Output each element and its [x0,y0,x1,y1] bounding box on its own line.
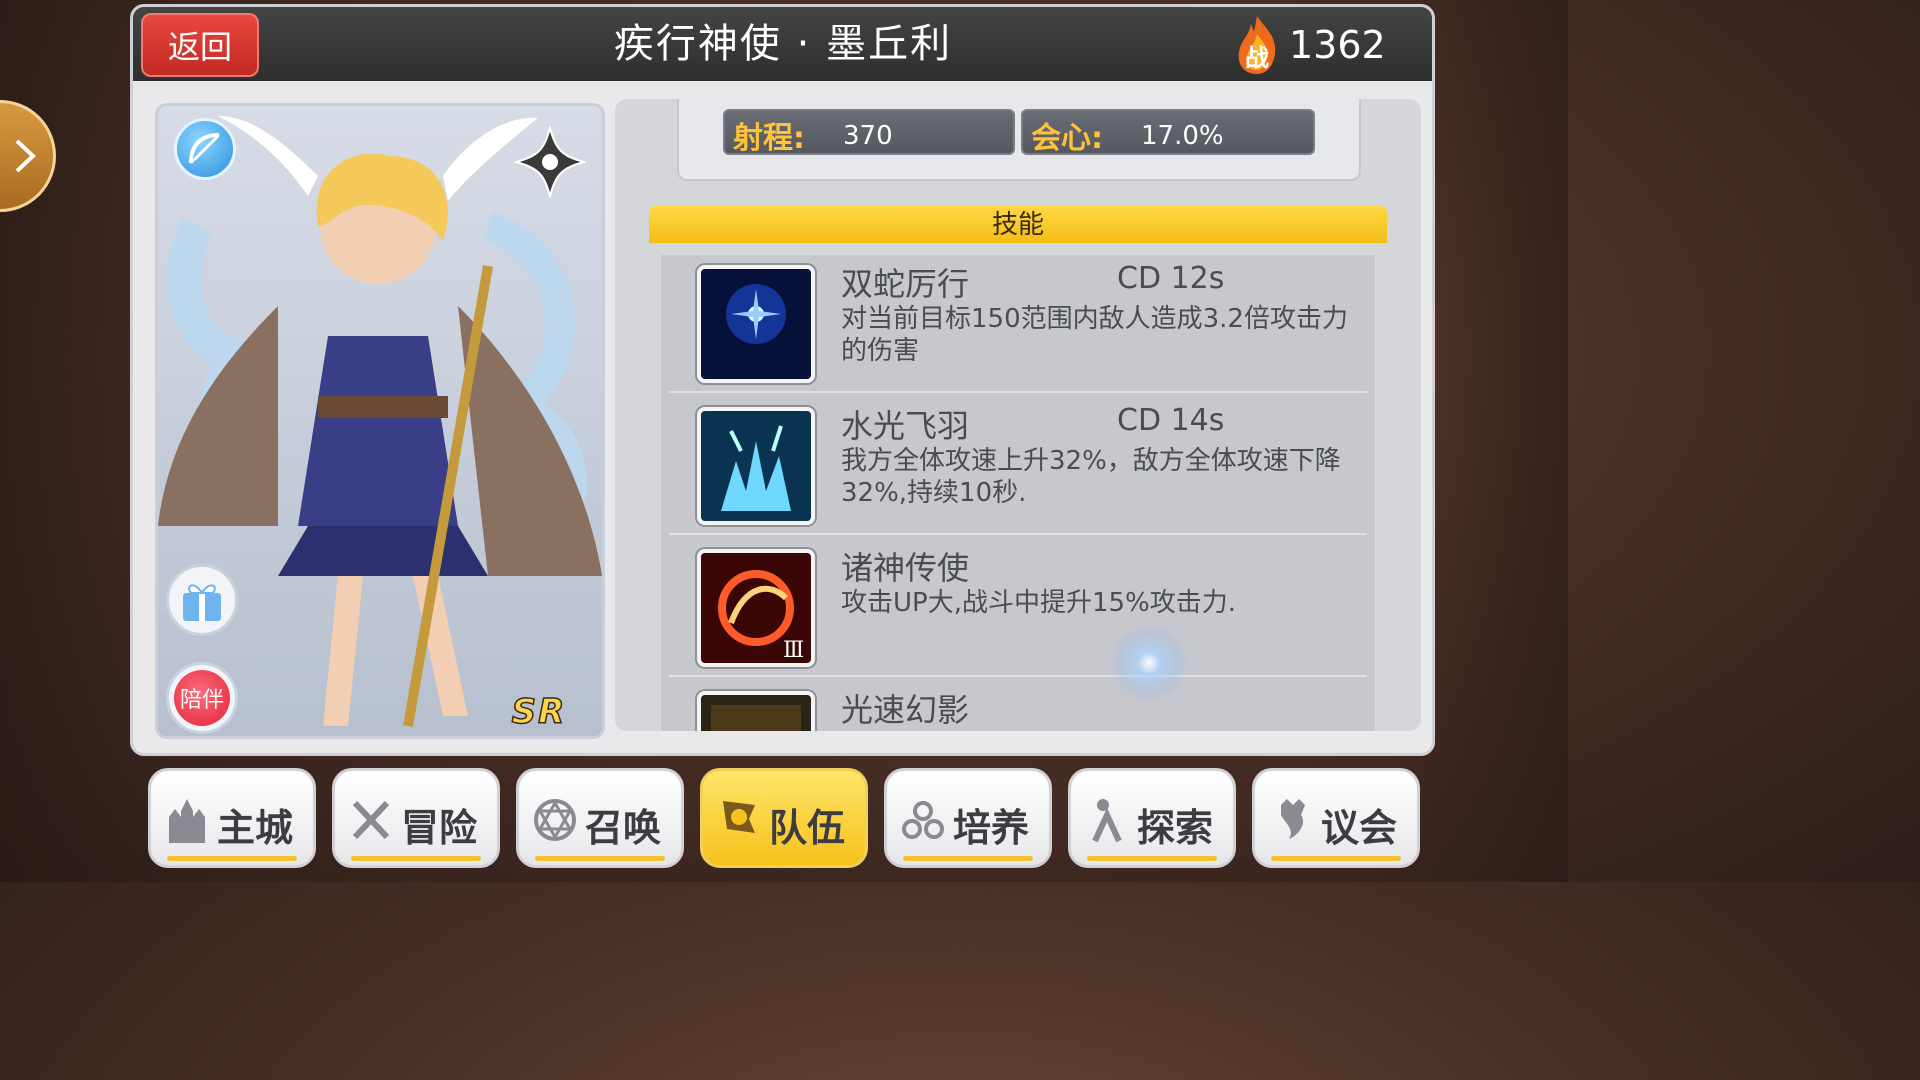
skill-cooldown: CD 12s [1117,261,1224,296]
skill-twin-serpent-icon[interactable] [697,265,815,383]
nav-label: 议会 [1321,797,1397,852]
skill-row[interactable]: 水光飞羽 CD 14s 我方全体攻速上升32%，敌方全体攻速下降32%,持续10… [669,397,1367,535]
nav-team[interactable]: 队伍 [700,768,868,868]
nav-underline [1087,856,1217,861]
flame-icon: 战 [1231,14,1283,76]
nav-label: 主城 [217,797,293,852]
back-button[interactable]: 返回 [141,13,259,77]
nav-cultivate[interactable]: 培养 [884,768,1052,868]
skill-lightspeed-icon[interactable] [697,691,815,731]
skill-water-feather-icon[interactable] [697,407,815,525]
stat-crit: 会心: 17.0% [1021,109,1315,155]
skill-name: 光速幻影 [841,685,969,731]
hexagram-icon [533,795,577,845]
stat-value: 370 [843,121,893,151]
sparkle-effect [1109,623,1189,703]
castle-icon [165,795,209,845]
nav-council[interactable]: 议会 [1252,768,1420,868]
rarity-badge: SR [484,694,594,730]
nav-label: 队伍 [769,797,845,852]
stat-label: 射程: [733,113,805,157]
skills-header: 技能 [649,205,1387,243]
detail-pane[interactable]: 射程: 370 会心: 17.0% 技能 双蛇厉行 CD 12s 对当前目标15… [615,99,1421,731]
nav-main-city[interactable]: 主城 [148,768,316,868]
nav-underline [167,856,297,861]
skills-list[interactable]: 双蛇厉行 CD 12s 对当前目标150范围内敌人造成3.2倍攻击力的伤害 水光… [661,255,1375,731]
nav-label: 召唤 [585,797,661,852]
skill-description: 我方全体攻速上升32%，敌方全体攻速下降32%,持续10秒. [841,445,1351,509]
skill-name: 诸神传使 [841,543,969,589]
chevron-right-icon [13,138,37,174]
explore-icon [1085,795,1129,845]
element-star-icon [514,126,586,198]
stats-box: 射程: 370 会心: 17.0% [677,99,1361,181]
team-flag-icon [717,795,761,845]
nav-label: 探索 [1137,797,1213,852]
skill-messenger-icon[interactable]: Ⅲ [697,549,815,667]
skill-row[interactable]: Ⅲ 诸神传使 攻击UP大,战斗中提升15%攻击力. [669,539,1367,677]
stat-range: 射程: 370 [723,109,1015,155]
nav-adventure[interactable]: 冒险 [332,768,500,868]
hero-card[interactable]: 陪伴 SR [155,103,605,739]
skill-description: 攻击UP大,战斗中提升15%攻击力. [841,587,1351,619]
orbs-icon [901,795,945,845]
nav-label: 冒险 [401,797,477,852]
gift-icon [177,575,227,625]
power-badge-text: 战 [1237,38,1277,73]
nav-summon[interactable]: 召唤 [516,768,684,868]
companion-button[interactable]: 陪伴 [166,662,238,734]
bow-class-icon [174,118,236,180]
bottom-nav: 主城 冒险 召唤 队伍 培养 探索 议会 [148,768,1420,872]
skill-cooldown: CD 14s [1117,403,1224,438]
stat-label: 会心: [1031,113,1103,157]
skill-row[interactable]: 光速幻影 [669,681,1367,731]
nav-underline [351,856,481,861]
combat-power: 战 1362 [1231,13,1386,77]
header-bar: 返回 疾行神使 · 墨丘利 战 1362 [133,7,1432,81]
hero-detail-panel: 返回 疾行神使 · 墨丘利 战 1362 [130,4,1435,756]
nav-label: 培养 [953,797,1029,852]
svg-text:Ⅲ: Ⅲ [783,638,804,663]
council-icon [1269,795,1313,845]
hero-portrait [158,106,602,736]
nav-underline [1271,856,1401,861]
skill-name: 双蛇厉行 [841,259,969,305]
nav-explore[interactable]: 探索 [1068,768,1236,868]
power-value: 1362 [1289,23,1386,67]
nav-underline [903,856,1033,861]
skill-row[interactable]: 双蛇厉行 CD 12s 对当前目标150范围内敌人造成3.2倍攻击力的伤害 [669,255,1367,393]
companion-label: 陪伴 [174,670,230,726]
skill-description: 对当前目标150范围内敌人造成3.2倍攻击力的伤害 [841,303,1351,367]
skill-name: 水光飞羽 [841,401,969,447]
gift-button[interactable] [166,564,238,636]
hero-title: 疾行神使 · 墨丘利 [433,7,1133,81]
stat-value: 17.0% [1141,121,1224,151]
crossed-swords-icon [349,795,393,845]
nav-underline [535,856,665,861]
